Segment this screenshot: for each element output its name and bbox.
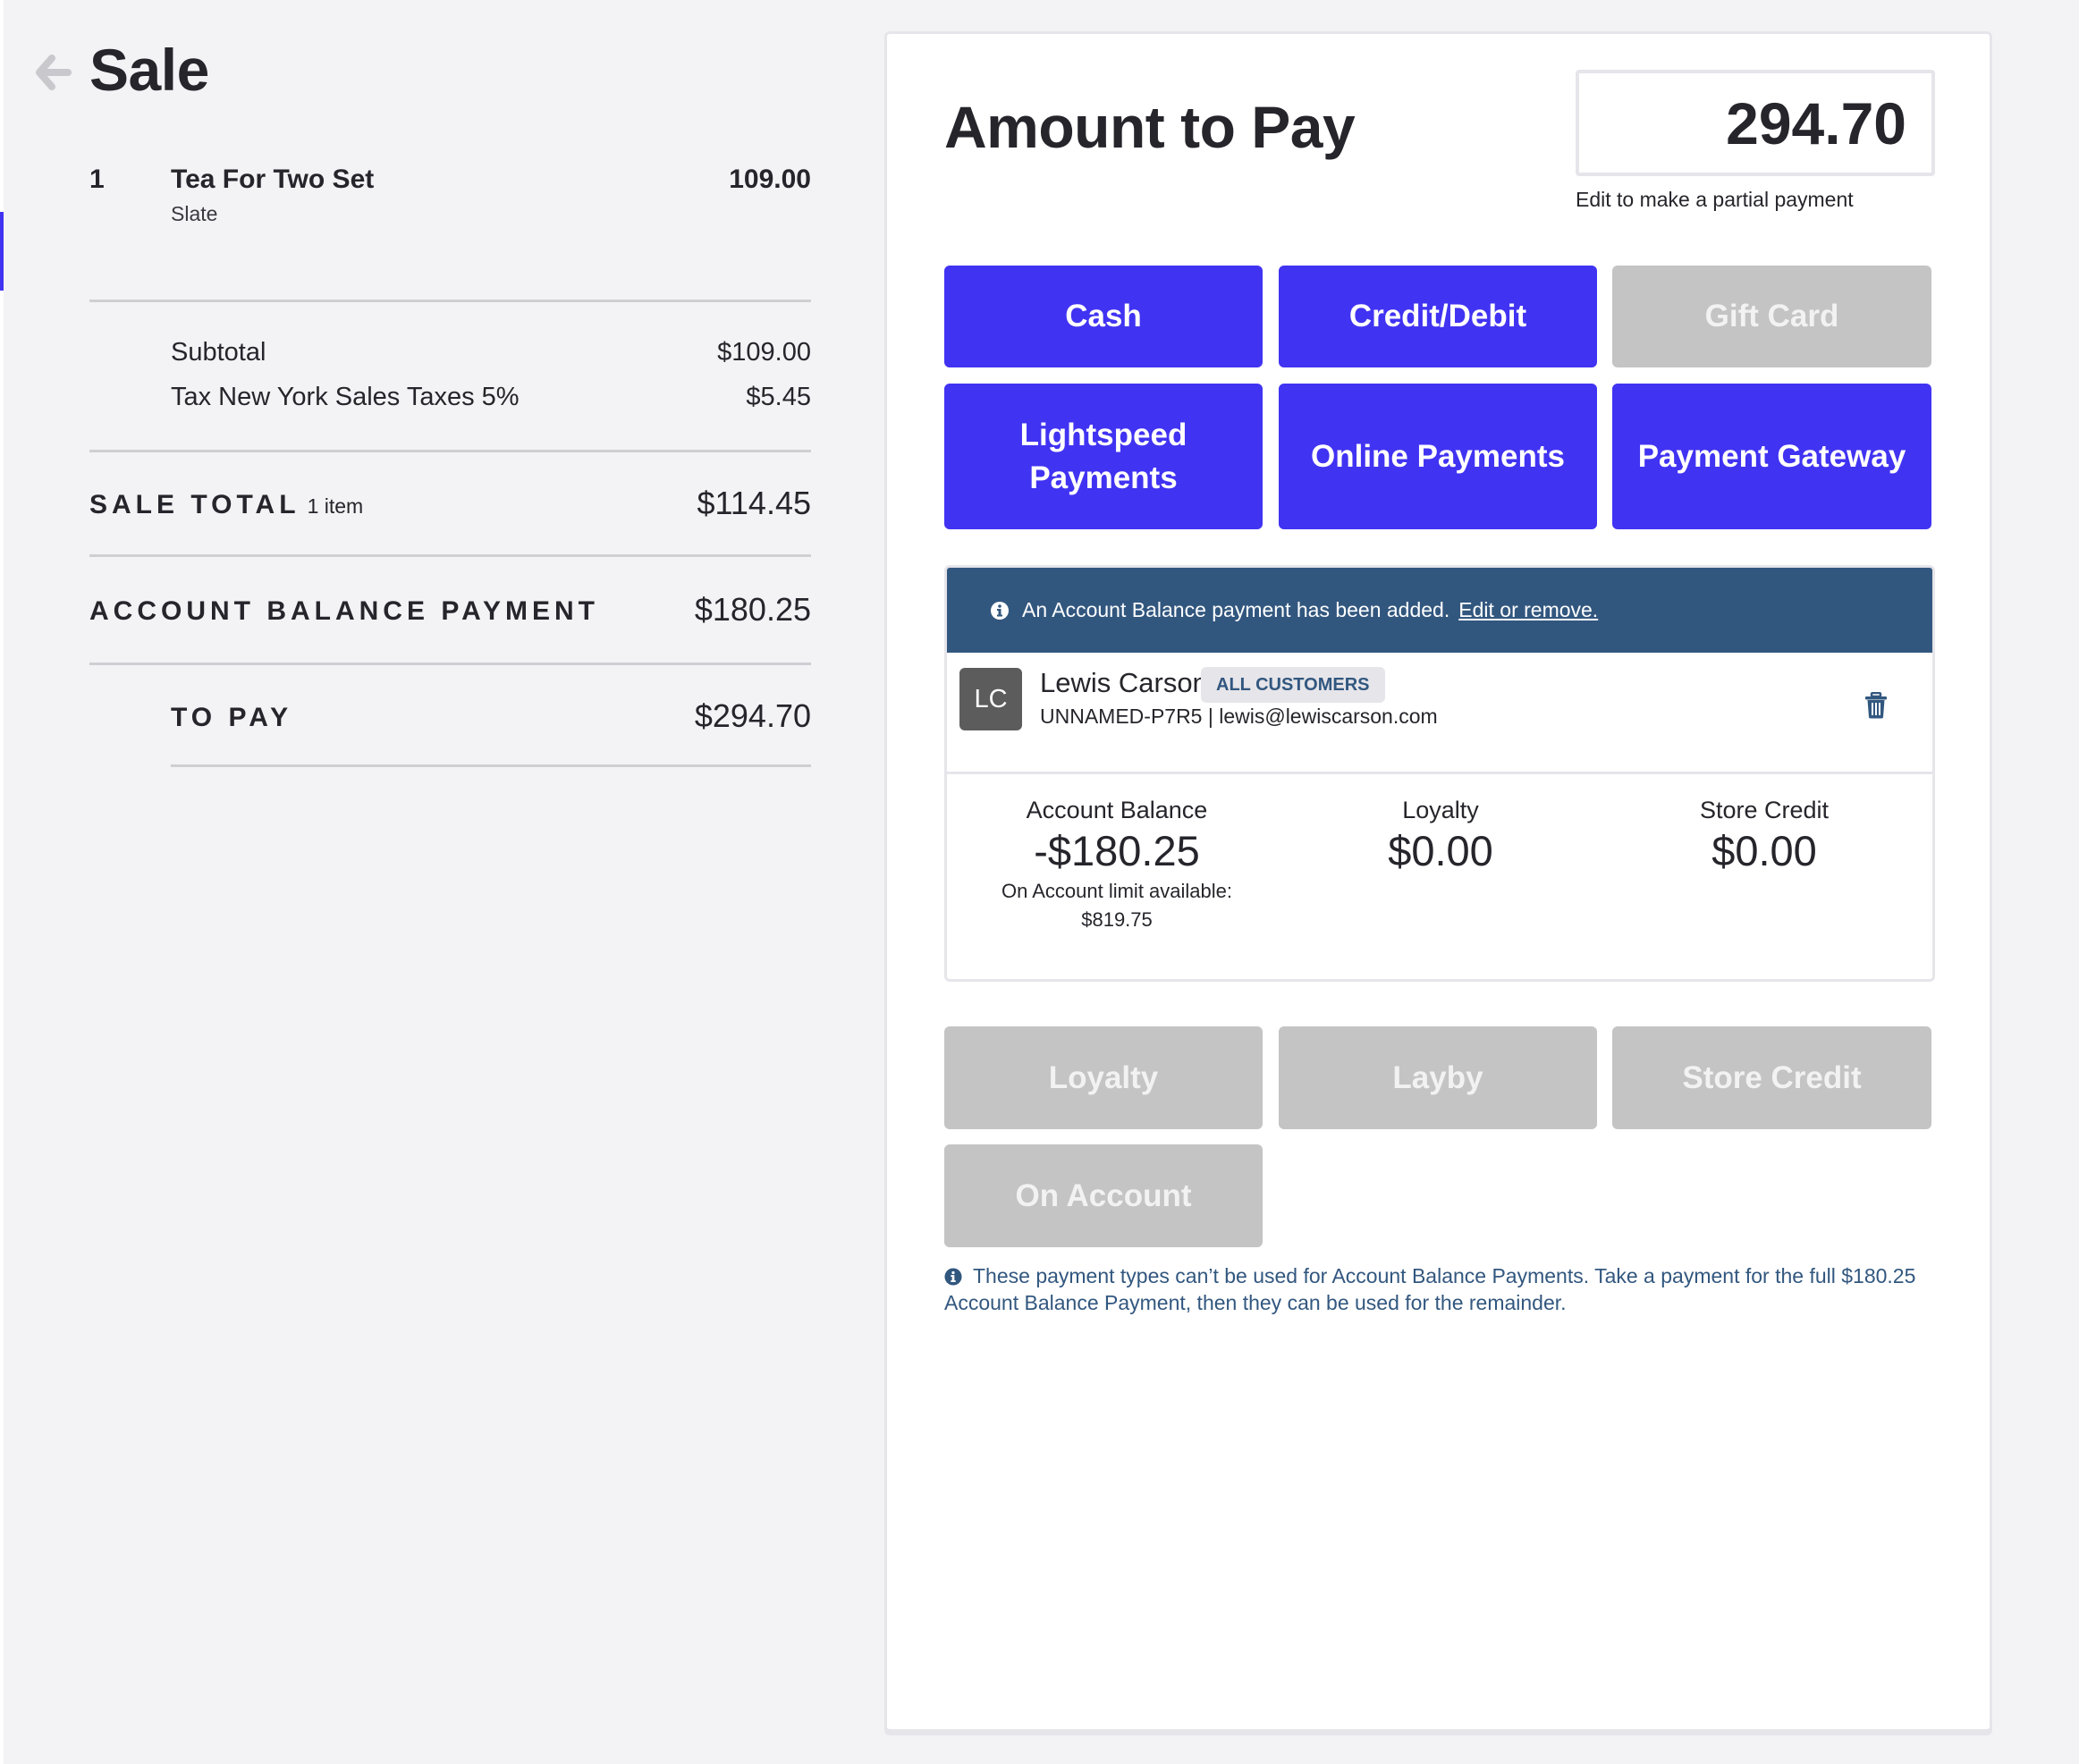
divider bbox=[89, 554, 811, 557]
sale-total-item-count: 1 item bbox=[307, 494, 364, 518]
payment-panel: Amount to Pay Edit to make a partial pay… bbox=[884, 31, 1992, 1732]
store-credit-value: $0.00 bbox=[1711, 827, 1817, 874]
amount-to-pay-input[interactable] bbox=[1576, 70, 1935, 176]
line-item-name: Tea For Two Set bbox=[171, 165, 375, 194]
restriction-note: These payment types can’t be used for Ac… bbox=[944, 1262, 1935, 1316]
divider bbox=[89, 450, 811, 452]
active-line-indicator bbox=[0, 212, 4, 291]
customer-name[interactable]: Lewis Carson bbox=[1040, 667, 1208, 699]
amount-to-pay-title: Amount to Pay bbox=[944, 94, 1356, 160]
line-item[interactable]: 1 Tea For Two Set Slate 109.00 bbox=[89, 165, 811, 236]
loyalty-label: Loyalty bbox=[1402, 797, 1479, 823]
account-balance-notice: An Account Balance payment has been adde… bbox=[947, 568, 1932, 653]
divider bbox=[89, 663, 811, 665]
credit-debit-button[interactable]: Credit/Debit bbox=[1279, 266, 1597, 367]
gift-card-button[interactable]: Gift Card bbox=[1612, 266, 1931, 367]
store-credit-button[interactable]: Store Credit bbox=[1612, 1026, 1931, 1129]
account-balance-value: -$180.25 bbox=[1034, 827, 1200, 874]
loyalty-stat: Loyalty $0.00 bbox=[1280, 797, 1602, 876]
customer-account-card: An Account Balance payment has been adde… bbox=[944, 565, 1935, 982]
tax-value: $5.45 bbox=[746, 383, 811, 411]
subtotal-label: Subtotal bbox=[171, 338, 266, 367]
remove-customer-button[interactable] bbox=[1864, 691, 1888, 719]
customer-row: LC Lewis Carson ALL CUSTOMERS UNNAMED-P7… bbox=[947, 653, 1932, 774]
on-account-button[interactable]: On Account bbox=[944, 1144, 1263, 1247]
to-pay-value: $294.70 bbox=[694, 697, 811, 734]
layby-button[interactable]: Layby bbox=[1279, 1026, 1597, 1129]
lightspeed-payments-button[interactable]: Lightspeed Payments bbox=[944, 384, 1263, 529]
page-title: Sale bbox=[89, 37, 209, 103]
notice-text: An Account Balance payment has been adde… bbox=[1022, 598, 1450, 621]
account-balance-label: Account Balance bbox=[1026, 797, 1208, 823]
info-icon bbox=[944, 1268, 962, 1286]
payment-gateway-button[interactable]: Payment Gateway bbox=[1612, 384, 1931, 529]
online-payments-button[interactable]: Online Payments bbox=[1279, 384, 1597, 529]
subtotal-value: $109.00 bbox=[717, 338, 811, 367]
loyalty-button[interactable]: Loyalty bbox=[944, 1026, 1263, 1129]
customer-group-badge: ALL CUSTOMERS bbox=[1201, 667, 1385, 703]
trash-icon bbox=[1865, 691, 1887, 719]
store-credit-label: Store Credit bbox=[1699, 797, 1830, 823]
edit-or-remove-link[interactable]: Edit or remove. bbox=[1458, 598, 1598, 622]
on-account-limit-label: On Account limit available: bbox=[1001, 880, 1233, 902]
sale-total-label: SALE TOTAL bbox=[89, 490, 300, 519]
account-balance-payment-label: ACCOUNT BALANCE PAYMENT bbox=[89, 596, 600, 626]
on-account-limit-value: $819.75 bbox=[1081, 908, 1153, 931]
arrow-left-icon bbox=[36, 55, 72, 90]
sale-total-row: SALE TOTAL 1 item $114.45 bbox=[89, 485, 811, 521]
account-balance-payment-value: $180.25 bbox=[694, 591, 811, 628]
to-pay-row: TO PAY $294.70 bbox=[171, 697, 811, 734]
loyalty-value: $0.00 bbox=[1388, 827, 1493, 874]
account-balance-stat: Account Balance -$180.25 On Account limi… bbox=[956, 797, 1278, 933]
subtotal-row: Subtotal $109.00 bbox=[171, 338, 811, 367]
info-icon bbox=[990, 601, 1010, 620]
cash-button[interactable]: Cash bbox=[944, 266, 1263, 367]
avatar: LC bbox=[959, 668, 1022, 730]
customer-stats: Account Balance -$180.25 On Account limi… bbox=[947, 774, 1932, 979]
store-credit-stat: Store Credit $0.00 bbox=[1603, 797, 1925, 876]
tax-row: Tax New York Sales Taxes 5% $5.45 bbox=[171, 383, 811, 412]
restriction-note-text: These payment types can’t be used for Ac… bbox=[944, 1264, 1916, 1314]
tax-label: Tax New York Sales Taxes 5% bbox=[171, 383, 520, 411]
divider bbox=[171, 764, 811, 767]
line-item-variant: Slate bbox=[171, 202, 218, 225]
back-button[interactable] bbox=[32, 50, 73, 95]
customer-code-email: UNNAMED-P7R5 | lewis@lewiscarson.com bbox=[1040, 705, 1438, 728]
sale-total-value: $114.45 bbox=[697, 485, 811, 521]
line-item-quantity: 1 bbox=[89, 165, 105, 194]
line-item-price: 109.00 bbox=[729, 165, 811, 194]
divider bbox=[89, 300, 811, 302]
to-pay-label: TO PAY bbox=[171, 703, 293, 732]
amount-caption: Edit to make a partial payment bbox=[1576, 188, 1854, 211]
account-balance-payment-row: ACCOUNT BALANCE PAYMENT $180.25 bbox=[89, 591, 811, 628]
